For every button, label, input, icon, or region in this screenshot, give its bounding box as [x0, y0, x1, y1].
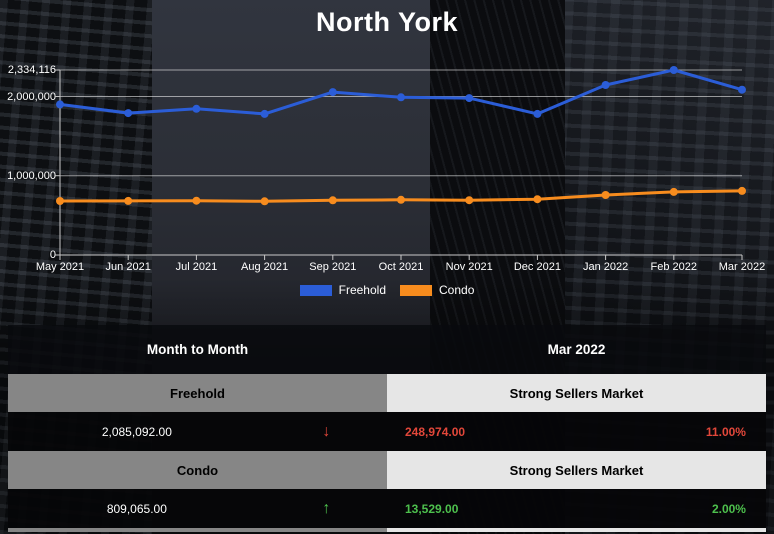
table-header-row: Month to Month Mar 2022: [8, 325, 766, 374]
x-tick-label: Sep 2021: [303, 261, 363, 273]
freehold-change: 248,974.00: [387, 425, 592, 439]
row-label-condo: Condo: [8, 451, 387, 489]
condo-percent: 2.00%: [592, 502, 766, 516]
legend-swatch-icon: [400, 285, 432, 296]
legend-item-freehold[interactable]: Freehold: [300, 283, 386, 297]
x-tick-label: Mar 2022: [712, 261, 772, 273]
x-tick-label: Jan 2022: [576, 261, 636, 273]
market-summary-table: Month to Month Mar 2022 Freehold Strong …: [8, 325, 766, 532]
down-arrow-icon: ↓: [266, 424, 387, 440]
legend-swatch-icon: [300, 285, 332, 296]
condo-change: 13,529.00: [387, 502, 592, 516]
freehold-percent: 11.00%: [592, 425, 766, 439]
x-tick-label: Feb 2022: [644, 261, 704, 273]
x-tick-label: May 2021: [30, 261, 90, 273]
condo-data-row: 809,065.00 ↑ 13,529.00 2.00%: [8, 489, 766, 528]
header-period: Mar 2022: [387, 325, 766, 374]
condo-price: 809,065.00: [8, 502, 266, 516]
next-row-sliver: [8, 528, 766, 532]
chart-legend: Freehold Condo: [0, 283, 774, 297]
freehold-data-row: 2,085,092.00 ↓ 248,974.00 11.00%: [8, 412, 766, 451]
dashboard-window: North York 2,334,1162,000,0001,000,0000 …: [0, 0, 774, 534]
plot-area[interactable]: [60, 70, 742, 261]
x-tick-label: Jun 2021: [98, 261, 158, 273]
x-tick-label: Jul 2021: [166, 261, 226, 273]
legend-item-condo[interactable]: Condo: [400, 283, 474, 297]
price-trend-chart: 2,334,116 2,000,000 1,000,000 0 May 2021 Jun…: [0, 0, 774, 310]
y-tick-label: 2,000,000: [0, 90, 56, 104]
legend-label: Freehold: [339, 283, 386, 297]
x-tick-label: Dec 2021: [507, 261, 567, 273]
y-tick-label: 0: [0, 248, 56, 262]
legend-label: Condo: [439, 283, 474, 297]
condo-label-row: Condo Strong Sellers Market: [8, 451, 766, 489]
y-tick-label: 1,000,000: [0, 169, 56, 183]
x-tick-label: Aug 2021: [235, 261, 295, 273]
condo-market-status: Strong Sellers Market: [387, 451, 766, 489]
freehold-label-row: Freehold Strong Sellers Market: [8, 374, 766, 412]
freehold-market-status: Strong Sellers Market: [387, 374, 766, 412]
freehold-price: 2,085,092.00: [8, 425, 266, 439]
x-tick-label: Nov 2021: [439, 261, 499, 273]
row-label-freehold: Freehold: [8, 374, 387, 412]
header-month-to-month: Month to Month: [8, 325, 387, 374]
x-tick-label: Oct 2021: [371, 261, 431, 273]
up-arrow-icon: ↑: [266, 501, 387, 517]
y-tick-label: 2,334,116: [0, 63, 56, 77]
